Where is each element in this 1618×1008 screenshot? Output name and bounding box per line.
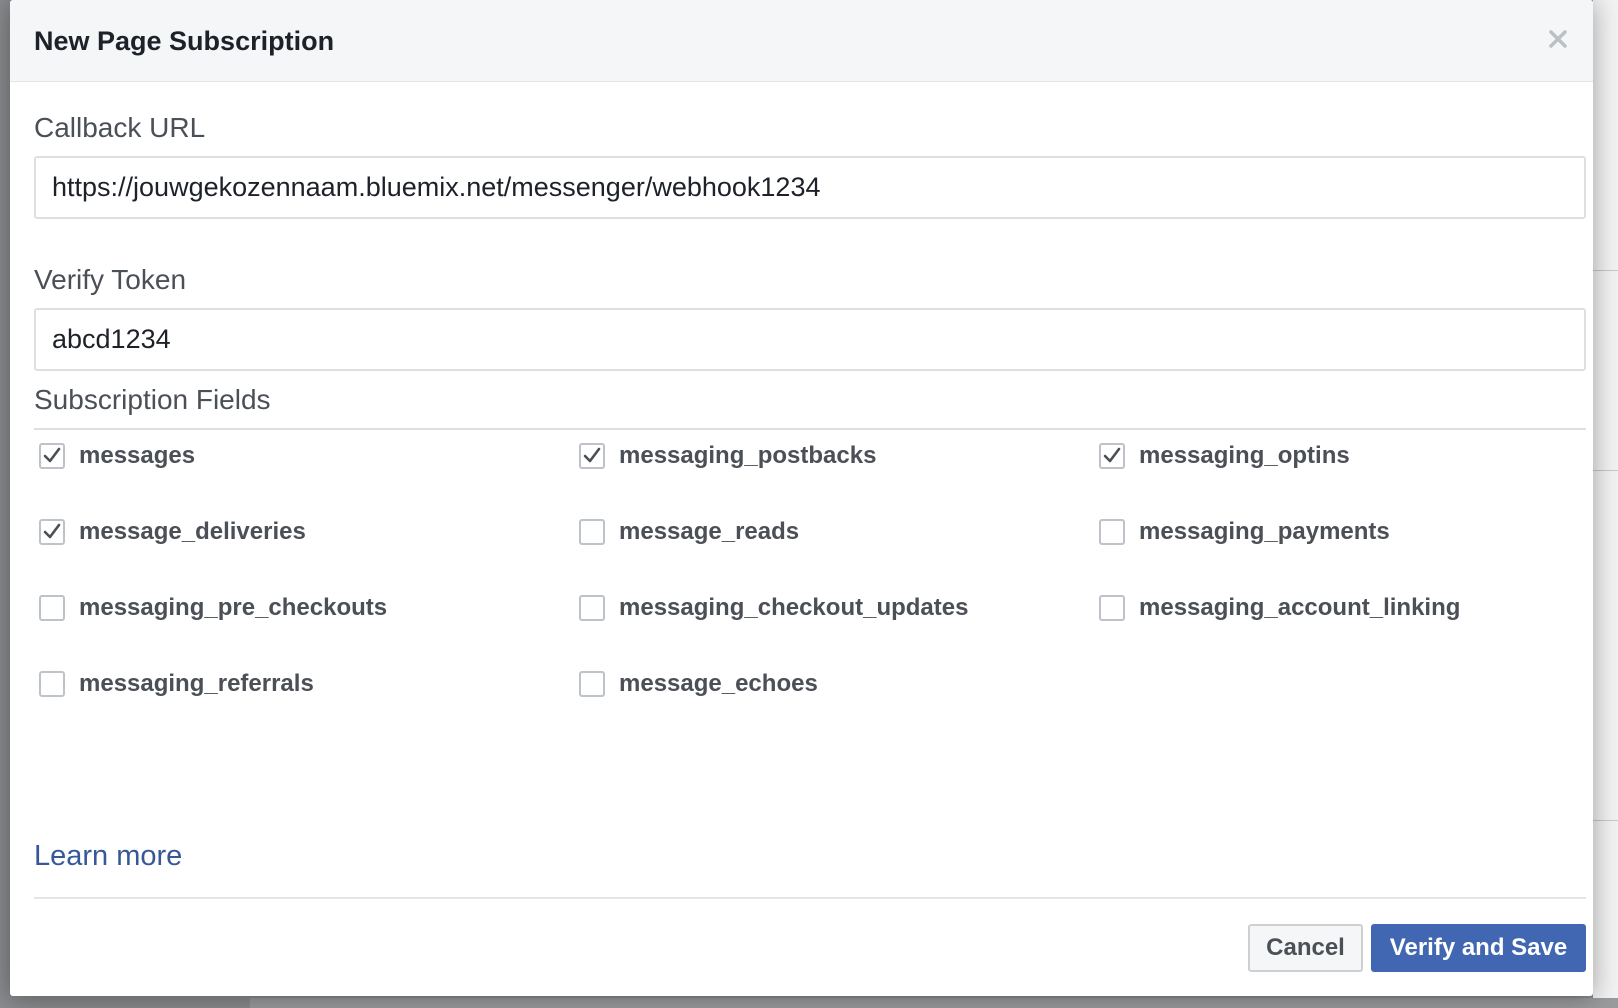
subscription-field-label: messaging_pre_checkouts — [79, 594, 388, 621]
subscription-field-label: messaging_payments — [1139, 518, 1390, 545]
cancel-button[interactable]: Cancel — [1248, 924, 1363, 972]
verify-token-input[interactable] — [34, 308, 1586, 371]
close-icon — [1549, 30, 1567, 48]
subscription-field-label: messaging_postbacks — [619, 442, 877, 469]
subscription-field-messaging-payments[interactable]: messaging_payments — [1094, 518, 1390, 546]
dialog-header: New Page Subscription — [10, 0, 1593, 82]
subscription-field-label: message_reads — [619, 518, 800, 545]
subscription-field-messaging-account-linking[interactable]: messaging_account_linking — [1094, 594, 1460, 622]
subscription-field-message-echoes[interactable]: message_echoes — [574, 670, 818, 698]
checkbox[interactable] — [1099, 443, 1125, 469]
subscription-field-messaging-postbacks[interactable]: messaging_postbacks — [574, 442, 876, 470]
checkbox[interactable] — [39, 671, 65, 697]
checkbox[interactable] — [39, 443, 65, 469]
subscription-field-messaging-referrals[interactable]: messaging_referrals — [34, 670, 314, 698]
verify-token-label: Verify Token — [34, 264, 187, 295]
callback-url-input[interactable] — [34, 156, 1586, 219]
callback-url-label: Callback URL — [34, 112, 206, 143]
subscription-field-label: messaging_account_linking — [1139, 594, 1461, 621]
checkbox[interactable] — [579, 671, 605, 697]
learn-more-link[interactable]: Learn more — [34, 840, 182, 873]
new-page-subscription-dialog: New Page Subscription Callback URL Verif… — [10, 0, 1593, 996]
subscription-field-messages[interactable]: messages — [34, 442, 195, 470]
subscription-field-label: message_echoes — [619, 670, 818, 697]
background-divider — [1593, 270, 1618, 271]
checkmark-icon — [43, 523, 61, 539]
checkmark-icon — [583, 447, 601, 463]
background-divider — [1593, 470, 1618, 471]
background-footer-strip — [250, 998, 1618, 1008]
subscription-field-label: messages — [79, 442, 196, 469]
subscription-field-label: messaging_checkout_updates — [619, 594, 969, 621]
subscription-field-messaging-checkout-updates[interactable]: messaging_checkout_updates — [574, 594, 968, 622]
background-side-panel — [1593, 0, 1618, 1008]
verify-and-save-button[interactable]: Verify and Save — [1371, 924, 1586, 972]
close-button[interactable] — [1543, 24, 1573, 54]
checkbox[interactable] — [579, 519, 605, 545]
checkbox[interactable] — [1099, 595, 1125, 621]
subscription-field-message-deliveries[interactable]: message_deliveries — [34, 518, 306, 546]
subscription-field-label: messaging_optins — [1139, 442, 1350, 469]
checkmark-icon — [1103, 447, 1121, 463]
dialog-title: New Page Subscription — [34, 26, 335, 56]
checkbox[interactable] — [1099, 519, 1125, 545]
subscription-field-label: message_deliveries — [79, 518, 306, 545]
checkbox[interactable] — [39, 595, 65, 621]
checkmark-icon — [43, 447, 61, 463]
checkbox[interactable] — [579, 595, 605, 621]
subscription-field-label: messaging_referrals — [79, 670, 314, 697]
checkbox[interactable] — [39, 519, 65, 545]
checkbox[interactable] — [579, 443, 605, 469]
subscription-field-message-reads[interactable]: message_reads — [574, 518, 799, 546]
subscription-field-messaging-optins[interactable]: messaging_optins — [1094, 442, 1350, 470]
subscription-field-messaging-pre-checkouts[interactable]: messaging_pre_checkouts — [34, 594, 387, 622]
section-divider — [34, 428, 1586, 430]
subscription-fields-label: Subscription Fields — [34, 384, 271, 415]
background-divider — [1593, 820, 1618, 821]
footer-divider — [34, 897, 1586, 899]
